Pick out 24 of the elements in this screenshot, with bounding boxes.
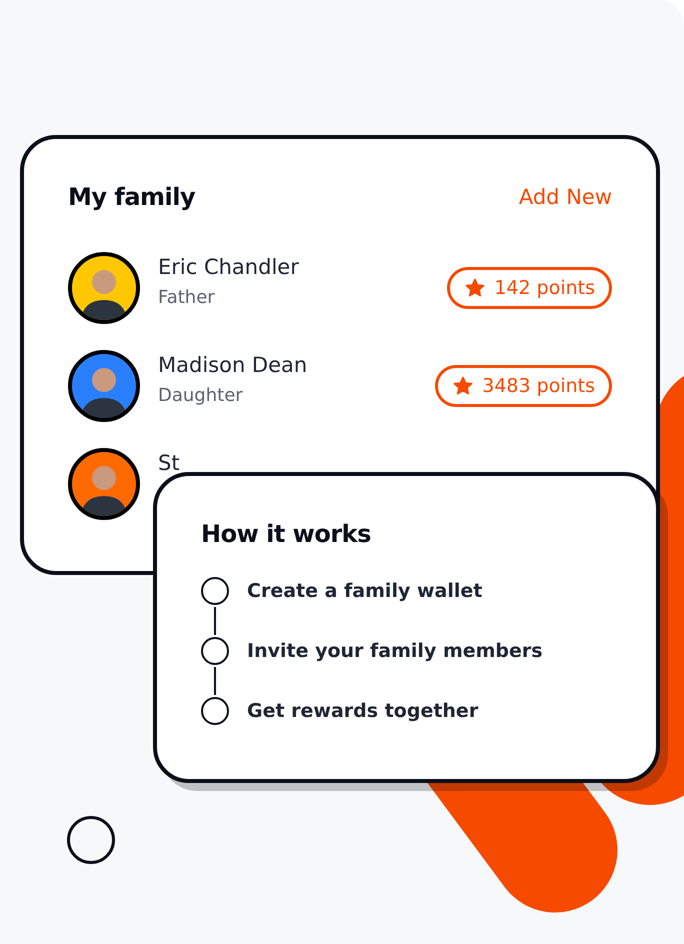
member-role: Father — [158, 287, 216, 308]
connector-line — [214, 607, 216, 635]
star-icon — [452, 375, 474, 397]
step-circle — [201, 697, 229, 725]
points-badge: 142 points — [447, 267, 612, 309]
star-icon — [464, 277, 486, 299]
step-text: Invite your family members — [247, 640, 543, 662]
add-new-link[interactable]: Add New — [518, 185, 612, 209]
step-text: Get rewards together — [247, 700, 478, 722]
step-circle — [201, 637, 229, 665]
card-title: How it works — [201, 520, 372, 548]
ring-shape — [67, 816, 115, 864]
connector-line — [214, 667, 216, 695]
member-name: St — [158, 451, 181, 475]
member-name: Madison Dean — [158, 353, 308, 377]
avatar — [68, 350, 140, 422]
points-badge: 3483 points — [435, 365, 612, 407]
member-role: Daughter — [158, 385, 244, 406]
avatar — [68, 252, 140, 324]
step-text: Create a family wallet — [247, 580, 482, 602]
member-name: Eric Chandler — [158, 255, 300, 279]
card-title: My family — [68, 183, 196, 211]
step-circle — [201, 577, 229, 605]
avatar — [68, 448, 140, 520]
